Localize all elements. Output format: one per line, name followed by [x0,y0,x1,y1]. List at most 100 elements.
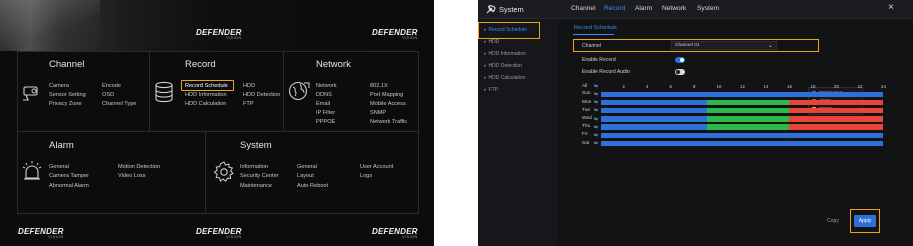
schedule-segment-motion[interactable] [706,107,789,114]
tab-record[interactable]: Record [604,5,625,12]
menu-item-maintenance[interactable]: Maintenance [240,183,272,189]
menu-item-network[interactable]: Network [316,83,337,89]
menu-item-osd[interactable]: OSD [102,92,114,98]
copy-row-icon[interactable]: ⇆ [594,91,598,97]
sidebar-item-hdd[interactable]: ▸ HDD [484,39,499,45]
day-label-fri: Fri [582,132,588,138]
schedule-segment-continuous[interactable] [601,116,707,122]
menu-item-network-traffic[interactable]: Network Traffic [370,119,407,125]
copy-row-icon[interactable]: ⇆ [594,99,598,105]
schedule-segment-alarm[interactable] [789,116,883,122]
schedule-segment-continuous[interactable] [601,140,883,147]
apply-button[interactable]: Apply [854,215,876,227]
copy-row-icon[interactable]: ⇆ [594,132,598,138]
enable-record-audio-toggle[interactable] [675,69,685,75]
schedule-segment-alarm[interactable] [789,124,883,130]
hour-label: 6 [669,83,672,89]
camera-icon [23,86,38,101]
tab-network[interactable]: Network [662,5,686,12]
menu-item-pppoe[interactable]: PPPOE [316,119,335,125]
schedule-segment-alarm[interactable] [789,107,883,114]
camera-image [0,0,100,51]
copy-row-icon[interactable]: ⇆ [594,124,598,130]
schedule-row-mon[interactable] [601,99,883,106]
menu-item-camera-tamper[interactable]: Camera Tamper [49,173,89,179]
schedule-row-tue[interactable] [601,107,883,114]
schedule-segment-continuous[interactable] [601,107,707,114]
copy-row-icon[interactable]: ⇆ [594,83,598,89]
menu-item-security-center[interactable]: Security Center [240,173,279,179]
menu-item-layout[interactable]: Layout [297,173,314,179]
close-button[interactable]: × [888,2,894,13]
menu-item-ftp[interactable]: FTP [243,101,254,107]
copy-row-icon[interactable]: ⇆ [594,107,598,113]
sidebar-item-record-schedule[interactable]: ▸ Record Schedule [484,27,527,33]
schedule-segment-continuous[interactable] [601,124,707,130]
menu-item-hdd[interactable]: HDD [243,83,255,89]
hour-label: 8 [693,83,696,89]
menu-item-hdd-detection[interactable]: HDD Detection [243,92,280,98]
divider [149,51,150,131]
system-title: System [240,140,272,151]
copy-row-icon[interactable]: ⇆ [594,116,598,122]
alarm-title: Alarm [49,140,74,151]
menu-item-ip-filter[interactable]: IP Filter [316,110,335,116]
menu-item-hdd-information[interactable]: HDD Information [185,92,227,98]
schedule-segment-alarm[interactable] [789,99,883,106]
sidebar-item-hdd-calculation[interactable]: ▸ HDD Calculation [484,75,525,81]
schedule-segment-continuous[interactable] [601,91,883,97]
menu-item-video-loss[interactable]: Video Loss [118,173,146,179]
record-title: Record [185,59,216,70]
menu-item-mobile-access[interactable]: Mobile Access [370,101,406,107]
channel-select[interactable]: Channel 01 ⌄ [671,41,777,50]
menu-item-motion-detection[interactable]: Motion Detection [118,164,160,170]
menu-item-user-account[interactable]: User Account [360,164,393,170]
copy-button[interactable]: Copy [822,215,844,227]
enable-record-audio-label: Enable Record Audio [582,69,630,75]
schedule-row-wed[interactable] [601,116,883,122]
menu-item-information[interactable]: Information [240,164,268,170]
schedule-segment-motion[interactable] [706,124,789,130]
menu-item-system-general[interactable]: General [297,164,317,170]
menu-item-sensor-setting[interactable]: Sensor Setting [49,92,86,98]
menu-item-camera[interactable]: Camera [49,83,69,89]
enable-record-toggle[interactable] [675,57,685,63]
menu-item-snmp[interactable]: SNMP [370,110,386,116]
day-label-tue: Tue [582,107,591,113]
main-menu-panel: DEFENDER VISION DEFENDER VISION DEFENDER… [0,0,434,246]
copy-row-icon[interactable]: ⇆ [594,140,598,146]
tab-alarm[interactable]: Alarm [635,5,652,12]
schedule-segment-continuous[interactable] [601,132,883,138]
menu-item-hdd-calculation[interactable]: HDD Calculation [185,101,226,107]
sidebar-item-hdd-detection[interactable]: ▸ HDD Detection [484,63,522,69]
schedule-segment-motion[interactable] [706,99,789,106]
tab-system[interactable]: System [697,5,719,12]
schedule-segment-continuous[interactable] [601,99,707,106]
schedule-row-fri[interactable] [601,132,883,138]
tab-channel[interactable]: Channel [571,5,596,12]
menu-item-alarm-general[interactable]: General [49,164,69,170]
menu-item-port-mapping[interactable]: Port Mapping [370,92,403,98]
menu-item-abnormal-alarm[interactable]: Abnormal Alarm [49,183,89,189]
schedule-row-sun[interactable] [601,91,883,97]
menu-item-802-1x[interactable]: 802.1X [370,83,388,89]
menu-item-email[interactable]: Email [316,101,330,107]
divider [17,51,419,52]
defender-logo: DEFENDER VISION [196,28,242,40]
sidebar-item-hdd-information[interactable]: ▸ HDD Information [484,51,526,57]
menu-item-privacy-zone[interactable]: Privacy Zone [49,101,82,107]
schedule-row-thu[interactable] [601,124,883,130]
menu-item-channel-type[interactable]: Channel Type [102,101,136,107]
menu-item-encode[interactable]: Encode [102,83,121,89]
menu-item-ddns[interactable]: DDNS [316,92,332,98]
menu-item-logs[interactable]: Logs [360,173,372,179]
channel-title: Channel [49,59,85,70]
schedule-segment-motion[interactable] [706,116,789,122]
record-settings-panel: System Channel Record Alarm Network Syst… [478,0,913,246]
sidebar-item-ftp[interactable]: ▸ FTP [484,87,498,93]
menu-item-auto-reboot[interactable]: Auto Reboot [297,183,328,189]
channel-select-value: Channel 01 [675,43,700,49]
channel-label: Channel [582,43,601,49]
schedule-row-sat[interactable] [601,140,883,147]
subtab-record-schedule[interactable]: Record Schedule [574,25,617,31]
